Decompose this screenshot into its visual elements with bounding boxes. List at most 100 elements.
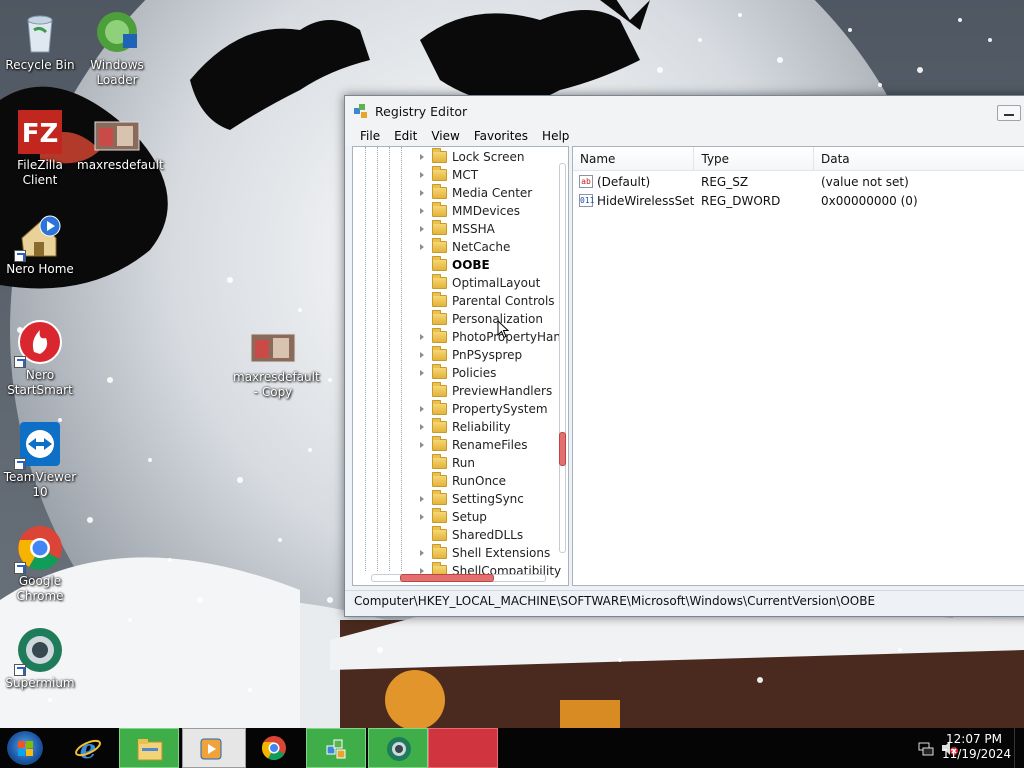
- taskbar-media-player[interactable]: [182, 728, 246, 768]
- registry-tree[interactable]: Lock Screen MCT Media Center MMDevices MSSHA…: [352, 146, 569, 586]
- menu-favorites[interactable]: Favorites: [467, 129, 535, 143]
- desktop-icon-filezilla[interactable]: FZ FileZilla Client: [0, 108, 80, 188]
- show-desktop-button[interactable]: [1014, 728, 1024, 768]
- desktop-icon-nero-startsmart[interactable]: Nero StartSmart: [0, 318, 80, 398]
- tree-item-renamefiles[interactable]: RenameFiles: [417, 436, 562, 454]
- value-data: (value not set): [821, 174, 909, 189]
- expand-arrow-icon[interactable]: [417, 170, 427, 180]
- tree-item-reliability[interactable]: Reliability: [417, 418, 562, 436]
- desktop-icon-windows-loader[interactable]: Windows Loader: [77, 8, 157, 88]
- tree-item-policies[interactable]: Policies: [417, 364, 562, 382]
- tree-item-photopropertyhan[interactable]: PhotoPropertyHan: [417, 328, 562, 346]
- regedit-icon: [326, 739, 346, 759]
- svg-text:FZ: FZ: [22, 119, 59, 149]
- menu-view[interactable]: View: [424, 129, 466, 143]
- network-icon[interactable]: [918, 740, 934, 756]
- expand-arrow-icon[interactable]: [417, 152, 427, 162]
- values-list[interactable]: Name Type Data ab (Default) REG_SZ (valu…: [572, 146, 1024, 586]
- tree-horizontal-scroll-thumb[interactable]: [400, 574, 494, 582]
- expand-arrow-icon[interactable]: [417, 188, 427, 198]
- desktop-icon-nero-home[interactable]: Nero Home: [0, 212, 80, 277]
- expand-arrow-icon[interactable]: [417, 404, 427, 414]
- tree-item-media-center[interactable]: Media Center: [417, 184, 562, 202]
- expand-arrow-icon[interactable]: [417, 206, 427, 216]
- taskbar-registry-editor[interactable]: [306, 728, 366, 768]
- desktop-icon-recycle-bin[interactable]: Recycle Bin: [0, 8, 80, 73]
- expand-arrow-icon[interactable]: [417, 350, 427, 360]
- tree-item-label: PreviewHandlers: [452, 384, 553, 398]
- tree-item-label: MCT: [452, 168, 479, 182]
- desktop-icon-teamviewer[interactable]: TeamViewer 10: [0, 420, 80, 500]
- tree-item-pnpsysprep[interactable]: PnPSysprep: [417, 346, 562, 364]
- column-header-type[interactable]: Type: [694, 147, 814, 171]
- menu-edit[interactable]: Edit: [387, 129, 424, 143]
- tree-item-optimallayout[interactable]: OptimalLayout: [417, 274, 562, 292]
- expand-arrow-icon[interactable]: [417, 332, 427, 342]
- folder-icon: [432, 202, 447, 217]
- folder-icon: [432, 220, 447, 235]
- tree-item-mct[interactable]: MCT: [417, 166, 562, 184]
- tree-item-settingsync[interactable]: SettingSync: [417, 490, 562, 508]
- expand-arrow-icon[interactable]: [417, 422, 427, 432]
- tree-item-runonce[interactable]: RunOnce: [417, 472, 562, 490]
- folder-icon: [432, 544, 447, 559]
- folder-icon: [432, 184, 447, 199]
- desktop-icon-google-chrome[interactable]: Google Chrome: [0, 524, 80, 604]
- expand-arrow-icon[interactable]: [417, 242, 427, 252]
- tree-item-label: Setup: [452, 510, 487, 524]
- folder-icon: [432, 364, 447, 379]
- tree-item-shell-extensions[interactable]: Shell Extensions: [417, 544, 562, 562]
- expand-arrow-icon[interactable]: [417, 512, 427, 522]
- title-bar[interactable]: Registry Editor: [345, 96, 1024, 126]
- taskbar-running-item[interactable]: [428, 728, 498, 768]
- column-header-name[interactable]: Name: [573, 147, 695, 171]
- taskbar-supermium[interactable]: [368, 728, 428, 768]
- value-row-hidewireless[interactable]: 011 HideWirelessSet... REG_DWORD 0x00000…: [573, 191, 1024, 210]
- expand-arrow-icon[interactable]: [417, 494, 427, 504]
- tree-horizontal-scrollbar[interactable]: [371, 574, 546, 582]
- tree-item-propertysystem[interactable]: PropertySystem: [417, 400, 562, 418]
- tree-item-previewhandlers[interactable]: PreviewHandlers: [417, 382, 562, 400]
- menu-file[interactable]: File: [353, 129, 387, 143]
- tree-item-netcache[interactable]: NetCache: [417, 238, 562, 256]
- expand-arrow-icon[interactable]: [417, 440, 427, 450]
- status-bar-path: Computer\HKEY_LOCAL_MACHINE\SOFTWARE\Mic…: [345, 590, 1024, 612]
- taskbar-file-explorer[interactable]: [119, 728, 179, 768]
- value-row-default[interactable]: ab (Default) REG_SZ (value not set): [573, 172, 1024, 191]
- expand-arrow-icon[interactable]: [417, 224, 427, 234]
- desktop-icon-maxresdefault-copy[interactable]: maxresdefault - Copy: [233, 332, 320, 400]
- desktop-icon-supermium[interactable]: Supermium: [0, 626, 80, 691]
- tree-item-label: SettingSync: [452, 492, 524, 506]
- tree-item-personalization[interactable]: Personalization: [417, 310, 562, 328]
- tree-item-mssha[interactable]: MSSHA: [417, 220, 562, 238]
- tree-item-lock-screen[interactable]: Lock Screen: [417, 148, 562, 166]
- expand-arrow-icon[interactable]: [417, 548, 427, 558]
- tree-item-setup[interactable]: Setup: [417, 508, 562, 526]
- registry-editor-window[interactable]: Registry Editor File Edit View Favorites…: [344, 95, 1024, 617]
- tree-item-mmdevices[interactable]: MMDevices: [417, 202, 562, 220]
- tree-item-oobe[interactable]: OOBE: [417, 256, 562, 274]
- folder-icon: [432, 310, 447, 325]
- taskbar-internet-explorer[interactable]: e: [58, 728, 118, 768]
- clock-date: 11/19/2024: [942, 747, 1012, 761]
- minimize-button[interactable]: [997, 105, 1021, 121]
- taskbar-chrome[interactable]: [244, 728, 304, 768]
- tree-vertical-scrollbar[interactable]: [559, 163, 566, 553]
- tree-vertical-scroll-thumb[interactable]: [559, 432, 566, 466]
- clock-time: 12:07 PM: [946, 732, 1002, 746]
- expand-arrow-icon[interactable]: [417, 368, 427, 378]
- clock[interactable]: 12:07 PM 11/19/2024: [942, 732, 1012, 762]
- tree-item-label: Media Center: [452, 186, 533, 200]
- column-header-data[interactable]: Data: [814, 147, 1024, 171]
- tree-item-parental-controls[interactable]: Parental Controls: [417, 292, 562, 310]
- desktop-icon-maxresdefault[interactable]: maxresdefault: [77, 120, 164, 173]
- start-button[interactable]: [6, 730, 44, 766]
- tree-item-shareddlls[interactable]: SharedDLLs: [417, 526, 562, 544]
- tree-item-label: Run: [452, 456, 476, 470]
- tree-item-run[interactable]: Run: [417, 454, 562, 472]
- folder-icon: [432, 292, 447, 307]
- menu-help[interactable]: Help: [535, 129, 576, 143]
